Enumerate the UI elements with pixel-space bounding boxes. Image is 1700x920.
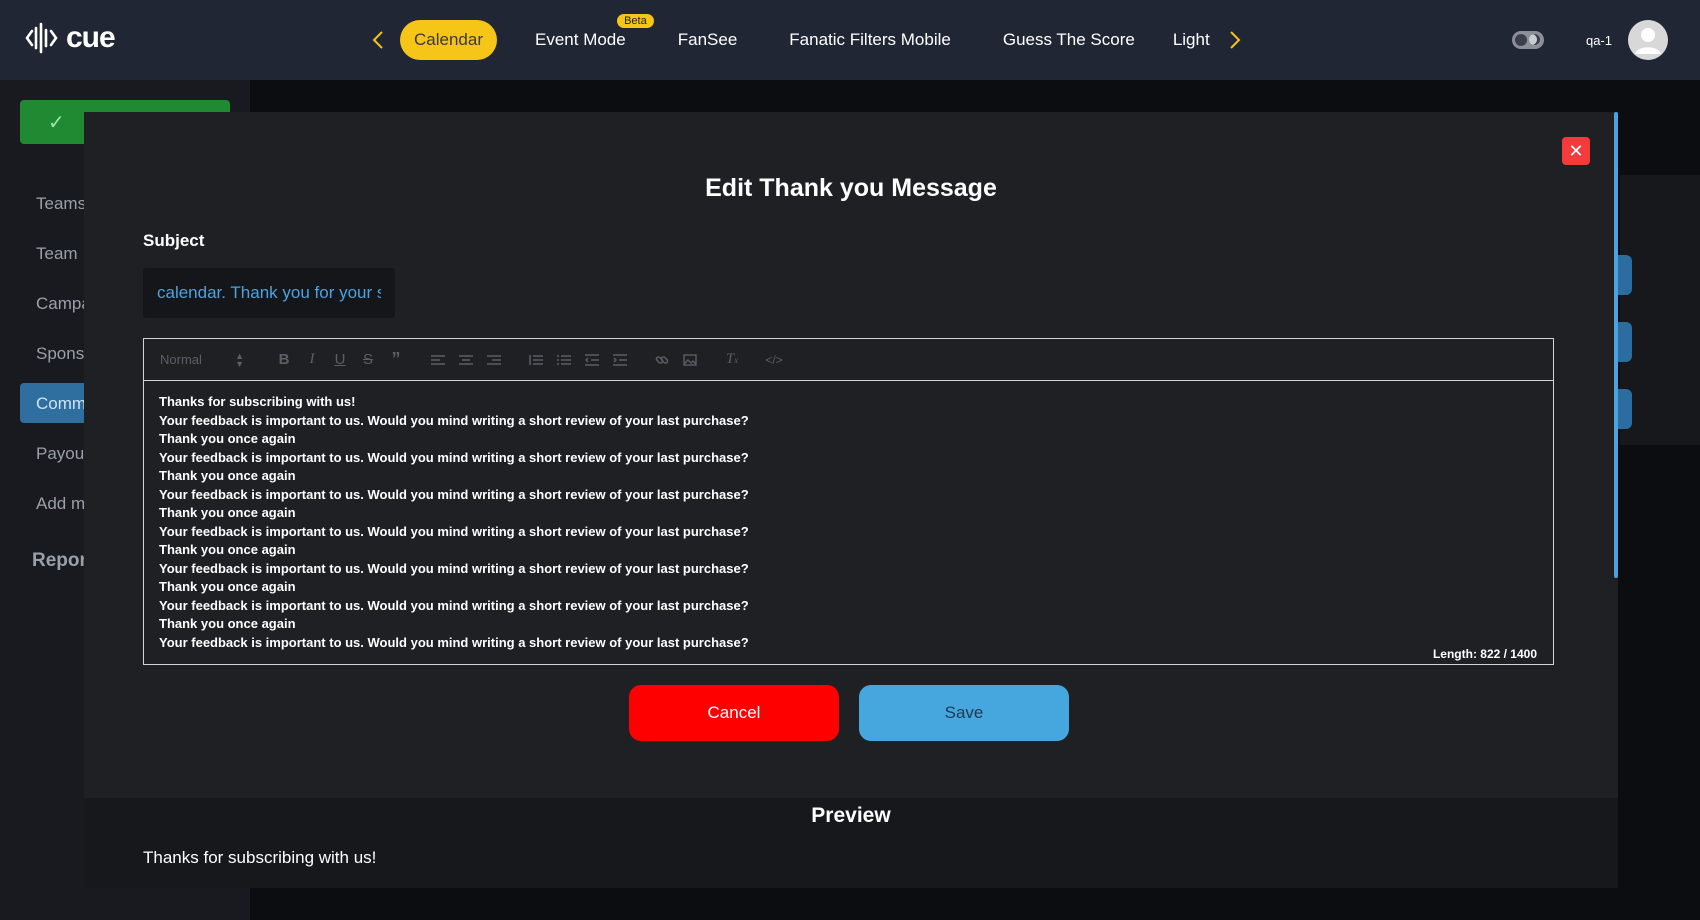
nav-prev-button[interactable] xyxy=(368,19,388,61)
align-left-icon[interactable] xyxy=(424,346,452,374)
tab-label: Calendar xyxy=(414,30,483,49)
format-select-value: Normal xyxy=(160,352,202,367)
user-area: qa-1 xyxy=(1511,20,1668,60)
image-svg xyxy=(683,353,697,366)
sidebar-item-payouts[interactable]: Payou xyxy=(36,444,84,464)
sidebar-item-campaigns[interactable]: Campa xyxy=(36,294,91,314)
avatar[interactable] xyxy=(1628,20,1668,60)
bold-icon[interactable]: B xyxy=(270,346,298,374)
preview-section: Preview Thanks for subscribing with us! xyxy=(84,798,1618,888)
modal-title: Edit Thank you Message xyxy=(705,174,997,202)
sidebar-item-team[interactable]: Team xyxy=(36,244,78,264)
bullet-list-icon[interactable] xyxy=(550,346,578,374)
align-right-svg xyxy=(487,354,501,365)
bullet-list-svg xyxy=(557,354,571,365)
align-center-icon[interactable] xyxy=(452,346,480,374)
length-counter: Length: 822 / 1400 xyxy=(1432,647,1537,661)
close-button[interactable]: ✕ xyxy=(1562,137,1590,165)
align-left-svg xyxy=(431,354,445,365)
tab-fansee[interactable]: FanSee xyxy=(664,20,752,60)
image-icon[interactable] xyxy=(676,346,704,374)
indent-svg xyxy=(613,353,627,366)
sidebar-item-communications[interactable]: Comm xyxy=(36,394,86,414)
editor-line: Thank you once again xyxy=(159,579,296,594)
rich-text-editor: Normal ▲ ▼ B I U S ” T x </> Thanks for … xyxy=(143,338,1554,665)
editor-line: Your feedback is important to us. Would … xyxy=(159,412,749,428)
editor-line: Your feedback is important to us. Would … xyxy=(159,634,749,650)
underline-icon[interactable]: U xyxy=(326,346,354,374)
cue-logo-icon xyxy=(25,22,58,54)
ordered-list-icon[interactable] xyxy=(522,346,550,374)
chevron-left-icon xyxy=(372,31,383,49)
cancel-button[interactable]: Cancel xyxy=(629,685,839,741)
editor-line: Thank you once again xyxy=(159,616,296,631)
align-center-svg xyxy=(459,354,473,365)
sidebar-item-add[interactable]: Add m xyxy=(36,494,85,514)
theme-toggle[interactable] xyxy=(1511,31,1544,49)
background-panel xyxy=(1620,175,1700,445)
editor-line: Thank you once again xyxy=(159,468,296,483)
indent-icon[interactable] xyxy=(606,346,634,374)
ordered-list-svg xyxy=(529,354,543,365)
logo-text: cue xyxy=(66,21,116,54)
format-select[interactable]: Normal ▲ ▼ xyxy=(160,350,250,369)
strikethrough-icon[interactable]: S xyxy=(354,346,382,374)
user-name: qa-1 xyxy=(1585,32,1612,48)
tab-fanatic-filters-mobile[interactable]: Fanatic Filters Mobile xyxy=(775,20,965,60)
tab-light[interactable]: Light xyxy=(1173,20,1217,60)
outdent-svg xyxy=(585,353,599,366)
link-svg xyxy=(655,355,669,364)
code-view-icon[interactable]: </> xyxy=(760,346,788,374)
link-icon[interactable] xyxy=(648,346,676,374)
editor-line: Your feedback is important to us. Would … xyxy=(159,523,749,539)
outdent-icon[interactable] xyxy=(578,346,606,374)
tab-label: Guess The Score xyxy=(1002,30,1135,49)
sidebar-section-reports: Repor xyxy=(32,550,87,571)
tab-event-mode[interactable]: Event Mode Beta xyxy=(521,14,654,60)
editor-line: Your feedback is important to us. Would … xyxy=(159,597,749,613)
close-icon: ✕ xyxy=(1568,140,1584,161)
sidebar-item-sponsors[interactable]: Spons xyxy=(36,344,84,364)
check-icon: ✓ xyxy=(48,112,65,134)
select-arrows-icon: ▲ ▼ xyxy=(235,350,244,369)
top-navbar: cue Calendar Event Mode Beta FanSee Fana… xyxy=(0,0,1700,80)
editor-line: Thank you once again xyxy=(159,542,296,557)
editor-line: Thank you once again xyxy=(159,431,296,446)
save-button[interactable]: Save xyxy=(859,685,1069,741)
editor-line: Your feedback is important to us. Would … xyxy=(159,449,749,465)
editor-content[interactable]: Thanks for subscribing with us! Your feed… xyxy=(144,381,1553,651)
editor-toolbar: Normal ▲ ▼ B I U S ” T x </> xyxy=(144,339,1553,381)
editor-line: Thank you once again xyxy=(159,505,296,520)
tab-label: Event Mode xyxy=(535,30,626,49)
tab-label: FanSee xyxy=(677,30,738,49)
align-right-icon[interactable] xyxy=(480,346,508,374)
edit-message-modal: ✕ Edit Thank you Message Subject Normal … xyxy=(84,112,1618,888)
tab-label: Light xyxy=(1172,30,1210,49)
tab-label: Fanatic Filters Mobile xyxy=(789,30,951,49)
chevron-right-icon xyxy=(1230,31,1241,49)
editor-line: Thanks for subscribing with us! xyxy=(159,394,356,409)
tab-calendar[interactable]: Calendar xyxy=(400,20,497,60)
preview-title: Preview xyxy=(811,804,891,827)
blockquote-icon[interactable]: ” xyxy=(382,346,410,374)
subject-input[interactable] xyxy=(143,268,395,318)
tab-guess-the-score[interactable]: Guess The Score xyxy=(989,20,1149,60)
editor-line: Your feedback is important to us. Would … xyxy=(159,560,749,576)
preview-text: Thanks for subscribing with us! xyxy=(143,848,377,867)
nav-next-button[interactable] xyxy=(1225,19,1245,61)
subject-label: Subject xyxy=(143,231,205,250)
main-tabs: Calendar Event Mode Beta FanSee Fanatic … xyxy=(368,14,1245,61)
italic-icon[interactable]: I xyxy=(298,346,326,374)
editor-line: Your feedback is important to us. Would … xyxy=(159,486,749,502)
clear-format-icon[interactable]: Tx xyxy=(718,346,746,374)
app-logo[interactable]: cue xyxy=(24,20,116,56)
modal-scrollbar[interactable] xyxy=(1614,112,1618,578)
user-icon xyxy=(1635,28,1661,54)
sidebar-item-teams[interactable]: Teams xyxy=(36,194,86,214)
beta-badge: Beta xyxy=(617,14,654,28)
